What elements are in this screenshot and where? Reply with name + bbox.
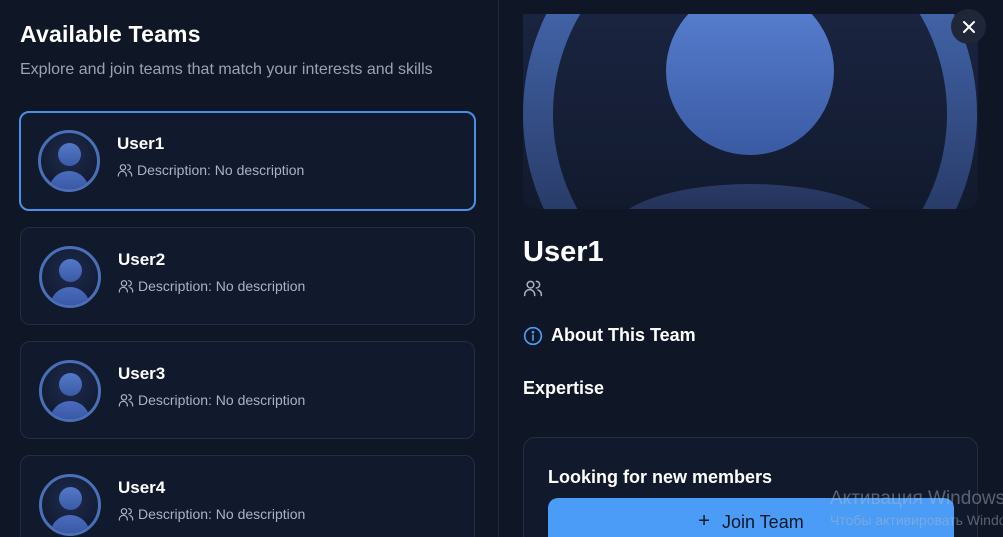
team-description-text: Description: No description [138, 392, 306, 408]
team-name: User3 [118, 364, 166, 383]
team-description: Description: No description [117, 162, 304, 178]
page-subtitle: Explore and join teams that match your i… [20, 61, 433, 78]
recruitment-title: Looking for new members [548, 467, 773, 487]
team-card[interactable]: User4 Description: No description [20, 455, 475, 537]
team-card[interactable]: User2 Description: No description [20, 227, 475, 325]
users-icon [118, 394, 134, 407]
team-description: Description: No description [118, 392, 305, 408]
watermark-line1: Активация Windows [830, 488, 1003, 509]
team-card[interactable]: User3 Description: No description [20, 341, 475, 439]
team-description-text: Description: No description [137, 162, 305, 178]
expertise-heading: Expertise [523, 378, 605, 398]
close-icon [962, 20, 975, 33]
plus-icon: + [698, 510, 710, 532]
avatar [39, 360, 101, 422]
team-name: User1 [117, 134, 165, 153]
about-label: About This Team [551, 325, 696, 345]
members-icon [523, 280, 543, 297]
about-section-heading: About This Team [523, 325, 696, 346]
team-description: Description: No description [118, 506, 305, 522]
team-name: User4 [118, 478, 166, 497]
team-description-text: Description: No description [138, 506, 306, 522]
page-title: Available Teams [20, 21, 201, 47]
team-name: User2 [118, 250, 166, 269]
team-description-text: Description: No description [138, 278, 306, 294]
users-icon [118, 280, 134, 293]
users-icon [117, 164, 133, 177]
info-icon [523, 326, 543, 345]
app-root: Available Teams Explore and join teams t… [0, 0, 1003, 537]
team-banner-avatar [523, 14, 978, 209]
avatar [39, 246, 101, 308]
teams-list-panel: Available Teams Explore and join teams t… [0, 0, 499, 537]
team-description: Description: No description [118, 278, 305, 294]
avatar [38, 130, 100, 192]
team-card[interactable]: User1 Description: No description [19, 111, 476, 211]
os-activation-watermark: Активация Windows Чтобы активировать Win… [830, 488, 1003, 528]
watermark-line2: Чтобы активировать Windows [830, 512, 1003, 528]
avatar [39, 474, 101, 536]
team-detail-name: User1 [523, 236, 604, 268]
team-detail-panel: User1 About This Team Expertise Looking … [499, 0, 1003, 537]
close-button[interactable] [951, 9, 986, 44]
join-team-label: Join Team [721, 512, 804, 532]
users-icon [118, 508, 134, 521]
avatar-placeholder-icon [523, 14, 977, 209]
